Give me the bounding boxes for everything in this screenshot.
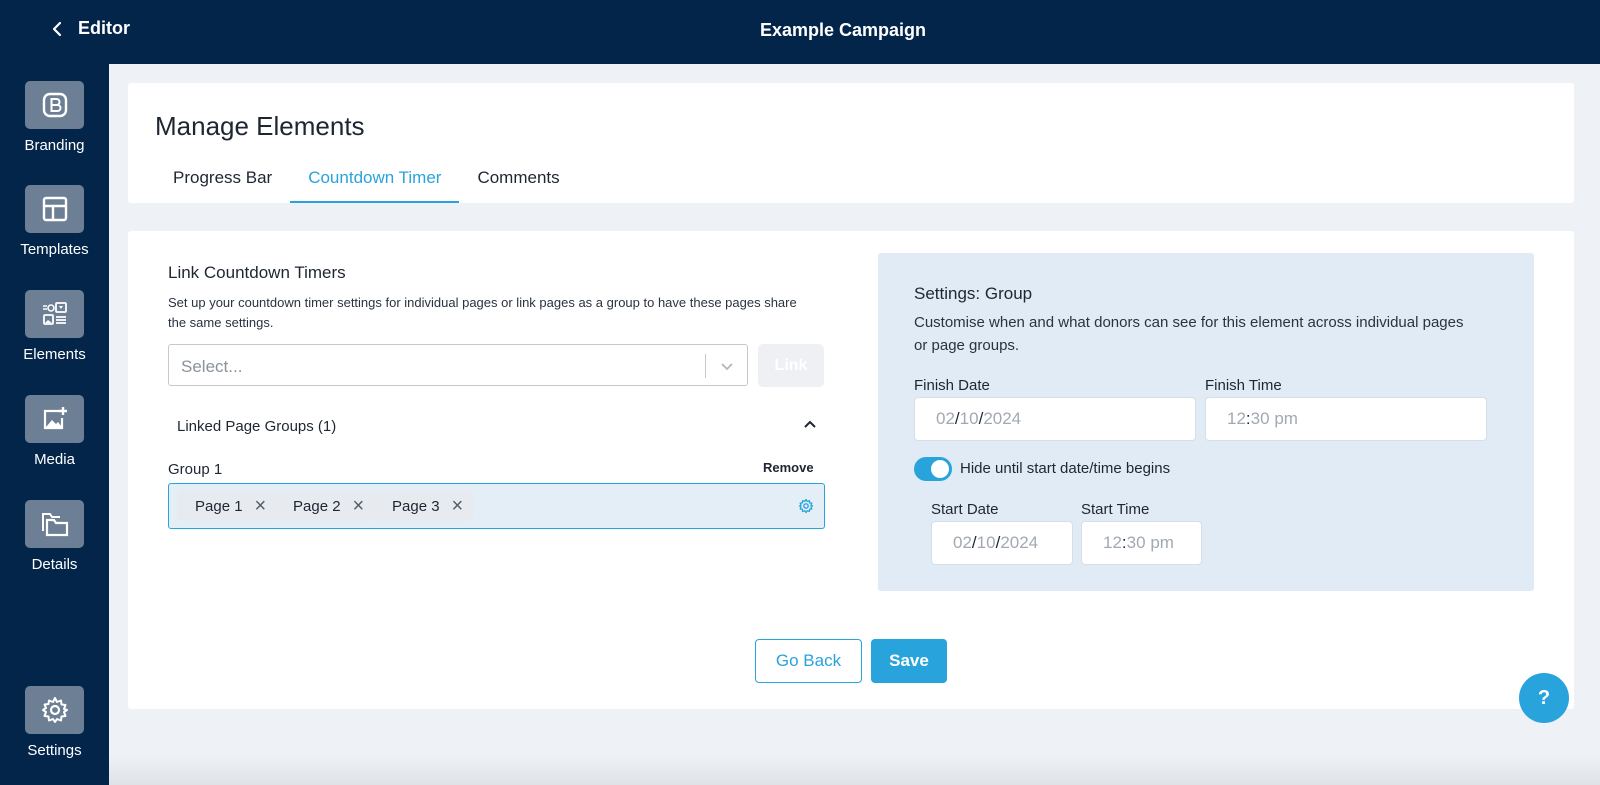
settings-description: Customise when and what donors can see f… <box>914 314 1464 354</box>
save-button[interactable]: Save <box>871 639 947 683</box>
select-placeholder: Select... <box>181 357 243 376</box>
linked-page-groups-toggle[interactable]: Linked Page Groups (1) <box>177 418 827 435</box>
sidebar-item-elements[interactable]: Elements <box>0 290 109 363</box>
main-card: Link Countdown Timers Set up your countd… <box>128 231 1574 709</box>
finish-time-label: Finish Time <box>1205 377 1282 394</box>
finish-date-year: 2024 <box>983 409 1022 428</box>
bottom-shade <box>109 755 1600 785</box>
page-chip: Page 1 × <box>177 491 277 521</box>
campaign-title: Example Campaign <box>759 20 927 40</box>
sidebar-item-details[interactable]: Details <box>0 500 109 573</box>
finish-date-input[interactable]: 02/10/2024 <box>914 397 1196 441</box>
finish-time-hour: 12 <box>1227 409 1246 428</box>
chevron-up-icon[interactable] <box>803 417 817 431</box>
sidebar-item-label: Branding <box>24 137 85 154</box>
page-chip-label: Page 3 <box>392 497 440 515</box>
link-section-description: Set up your countdown timer settings for… <box>168 295 797 330</box>
finish-date-day: 10 <box>959 409 979 428</box>
page-chip: Page 3 × <box>374 491 474 521</box>
finish-date-month: 02 <box>936 409 955 428</box>
start-date-input[interactable]: 02/10/2024 <box>931 521 1073 565</box>
sidebar-item-label: Elements <box>23 346 86 363</box>
close-icon[interactable]: × <box>353 496 365 516</box>
sidebar-item-label: Templates <box>20 241 89 258</box>
tab-comments[interactable]: Comments <box>459 160 577 203</box>
toggle-knob <box>931 460 949 478</box>
remove-group-button[interactable]: Remove <box>763 460 814 475</box>
gear-icon <box>41 697 68 723</box>
chevron-down-icon <box>721 363 733 371</box>
sidebar: Branding Templates Elements Media Detail… <box>0 64 109 785</box>
finish-time-input[interactable]: 12:30 pm <box>1205 397 1487 441</box>
gear-icon[interactable] <box>798 498 814 514</box>
select-divider <box>705 354 706 378</box>
start-date-month: 02 <box>953 533 972 552</box>
branding-icon <box>42 92 67 118</box>
sidebar-item-branding[interactable]: Branding <box>0 81 109 154</box>
start-date-year: 2024 <box>1000 533 1039 552</box>
finish-date-label: Finish Date <box>914 377 990 394</box>
close-icon[interactable]: × <box>255 496 267 516</box>
sidebar-item-label: Details <box>31 556 78 573</box>
hide-until-start-label: Hide until start date/time begins <box>960 460 1171 477</box>
top-bar: Editor Example Campaign <box>0 0 1600 64</box>
start-time-minute: 30 <box>1126 533 1146 552</box>
start-time-hour: 12 <box>1103 533 1122 552</box>
tab-countdown-timer[interactable]: Countdown Timer <box>290 160 460 203</box>
help-button[interactable]: ? <box>1519 673 1569 723</box>
element-tabs: Progress Bar Countdown Timer Comments <box>128 160 578 203</box>
group-pages-field[interactable]: Page 1 × Page 2 × Page 3 × <box>168 483 825 529</box>
hide-until-start-toggle[interactable] <box>914 457 952 481</box>
page-chip: Page 2 × <box>275 491 375 521</box>
sidebar-item-label: Settings <box>27 742 82 759</box>
page-title: Manage Elements <box>155 111 365 141</box>
group-settings-panel: Settings: Group Customise when and what … <box>878 253 1534 591</box>
start-time-label: Start Time <box>1081 501 1150 518</box>
start-time-input[interactable]: 12:30 pm <box>1081 521 1202 565</box>
tab-progress-bar[interactable]: Progress Bar <box>155 160 290 203</box>
group-label: Group 1 <box>168 461 223 478</box>
sidebar-item-media[interactable]: Media <box>0 395 109 468</box>
finish-time-minute: 30 <box>1250 409 1270 428</box>
finish-time-period: pm <box>1274 409 1298 428</box>
go-back-button[interactable]: Go Back <box>755 639 862 683</box>
sidebar-item-templates[interactable]: Templates <box>0 185 109 258</box>
start-time-period: pm <box>1150 533 1174 552</box>
start-date-label: Start Date <box>931 501 999 518</box>
page-chip-label: Page 2 <box>293 497 341 515</box>
link-button[interactable]: Link <box>758 344 824 387</box>
settings-title: Settings: Group <box>914 284 1033 303</box>
elements-icon <box>42 302 67 325</box>
templates-icon <box>42 196 67 222</box>
page-chip-label: Page 1 <box>195 497 243 515</box>
media-icon <box>43 407 67 430</box>
sidebar-item-settings[interactable]: Settings <box>0 686 109 759</box>
page-select-dropdown[interactable]: Select... <box>168 344 748 386</box>
start-date-day: 10 <box>976 533 996 552</box>
link-section-title: Link Countdown Timers <box>168 263 346 282</box>
close-icon[interactable]: × <box>452 496 464 516</box>
header-card: Manage Elements Progress Bar Countdown T… <box>128 83 1574 203</box>
details-icon <box>41 513 68 537</box>
sidebar-item-label: Media <box>34 451 75 468</box>
